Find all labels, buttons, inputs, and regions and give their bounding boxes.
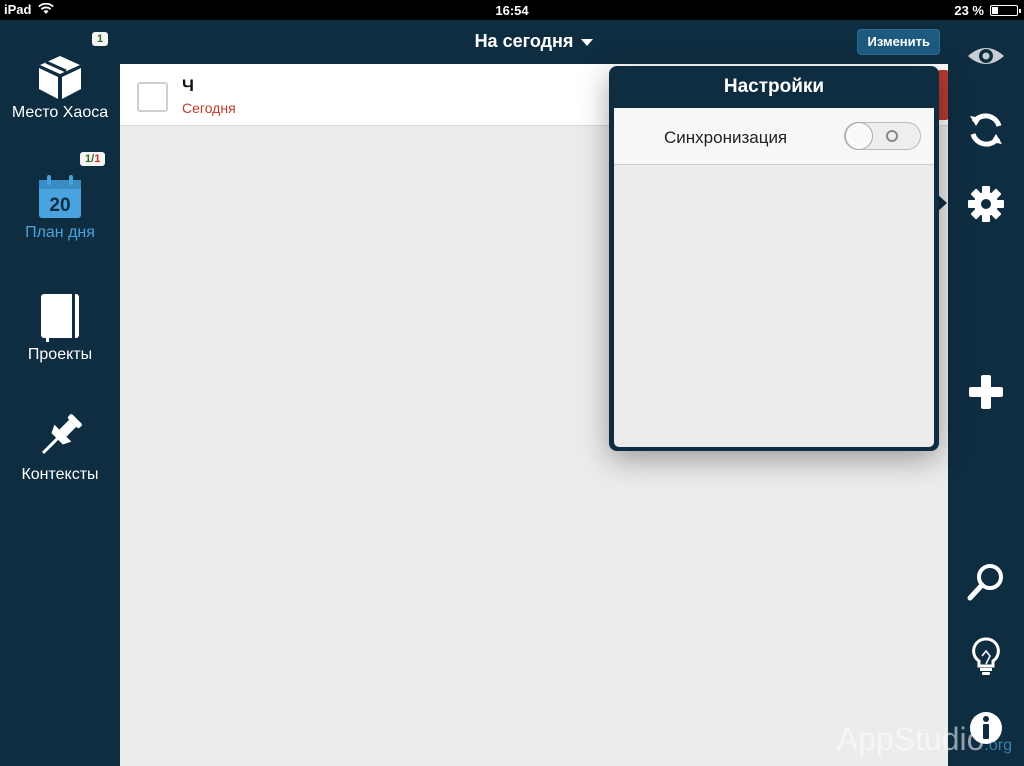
edit-button[interactable]: Изменить [857, 29, 940, 55]
battery-percent: 23 % [954, 3, 984, 18]
task-due-date: Сегодня [182, 100, 236, 116]
battery-icon [990, 5, 1021, 16]
watermark: AppStudio.org [836, 721, 1012, 757]
sidebar-item-label: Контексты [21, 466, 99, 483]
sync-setting-row: Синхронизация [614, 108, 934, 165]
right-toolbar [948, 20, 1024, 766]
sync-toggle[interactable] [844, 122, 921, 150]
chevron-down-icon [581, 38, 594, 46]
sync-label: Синхронизация [664, 128, 788, 147]
day-plan-count-badge: 1/1 [80, 152, 106, 166]
lightbulb-icon[interactable] [966, 636, 1006, 676]
page-title: На сегодня [474, 31, 574, 51]
pin-icon [41, 414, 82, 455]
inbox-count-badge: 1 [92, 32, 109, 46]
left-sidebar: Место Хаоса 1 20 План дня 1/1 Проекты Ко… [0, 20, 120, 766]
search-icon[interactable] [966, 562, 1006, 602]
sync-icon[interactable] [966, 110, 1006, 150]
eye-icon[interactable] [966, 36, 1006, 76]
sidebar-item-label: Место Хаоса [11, 104, 109, 121]
task-title: Ч [182, 76, 194, 95]
settings-popover: Настройки Синхронизация [609, 66, 939, 451]
popover-body: Синхронизация [614, 108, 934, 447]
sidebar-item-label: План дня [25, 224, 95, 241]
status-bar: iPad 16:54 23 % [0, 0, 1024, 20]
view-selector[interactable]: На сегодня [120, 31, 948, 52]
sidebar-item-projects[interactable]: Проекты [0, 292, 120, 364]
clock: 16:54 [495, 3, 529, 18]
plus-icon[interactable] [966, 372, 1006, 412]
task-checkbox[interactable] [137, 82, 168, 112]
svg-text:20: 20 [49, 195, 70, 216]
gear-icon[interactable] [966, 184, 1006, 224]
notebook-icon [41, 294, 79, 342]
top-bar: На сегодня Изменить [120, 20, 948, 64]
sidebar-item-contexts[interactable]: Контексты [0, 410, 120, 484]
sidebar-item-day-plan[interactable]: 20 План дня 1/1 [0, 152, 120, 242]
calendar-icon: 20 [39, 175, 81, 218]
priority-marker [938, 70, 948, 120]
toggle-off-icon [886, 130, 898, 142]
popover-title: Настройки [723, 76, 825, 97]
sidebar-item-label: Проекты [27, 346, 93, 363]
box-icon [39, 56, 81, 99]
toggle-knob [845, 122, 873, 150]
sidebar-item-inbox[interactable]: Место Хаоса 1 [0, 32, 120, 122]
